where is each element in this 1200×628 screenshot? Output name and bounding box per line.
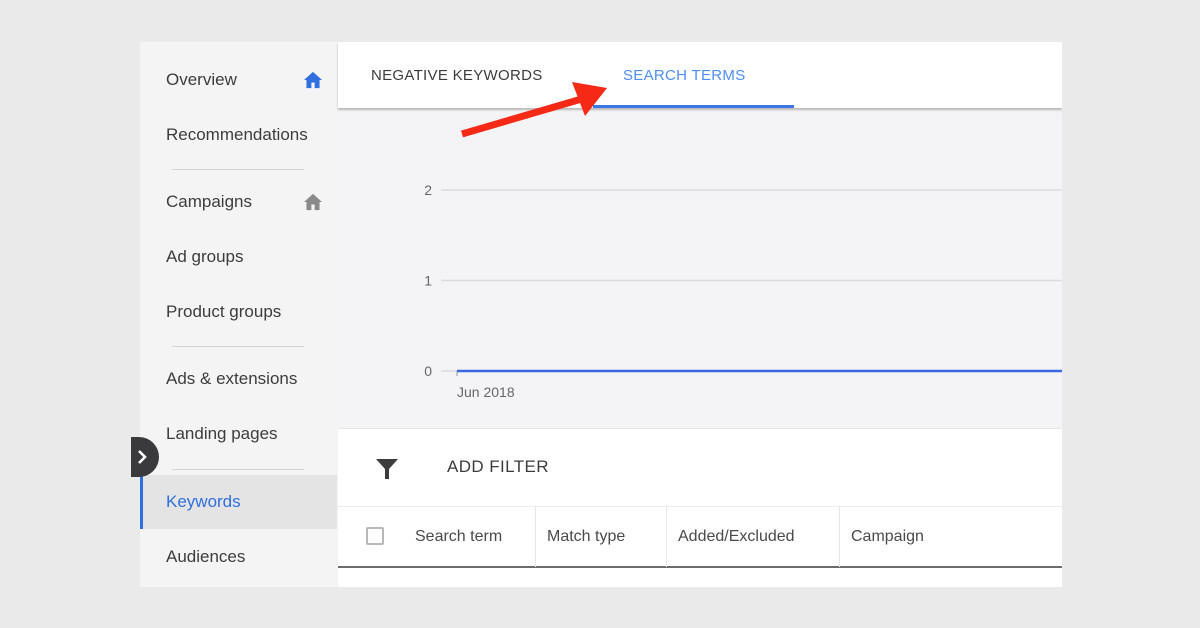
chart-svg: 0 1 2 Jun 2018: [424, 182, 1062, 400]
sidebar-item-label: Ads & extensions: [166, 369, 298, 388]
add-filter-button[interactable]: ADD FILTER: [447, 457, 549, 477]
column-label: Campaign: [851, 528, 924, 545]
sidebar-item-ad-groups[interactable]: Ad groups: [140, 230, 337, 284]
sidebar-item-campaigns[interactable]: Campaigns: [140, 175, 337, 229]
table-header: Search term Match type Added/Excluded Ca…: [338, 506, 1062, 568]
sidebar-item-label: Overview: [166, 70, 237, 89]
filter-bar: ADD FILTER: [338, 428, 1062, 506]
column-label: Match type: [547, 528, 626, 545]
column-divider: [535, 507, 536, 567]
y-tick-label: 2: [424, 182, 432, 198]
sidebar-item-label: Ad groups: [166, 247, 244, 266]
sidebar-divider: [172, 346, 304, 347]
sidebar-item-label: Landing pages: [166, 424, 278, 443]
tab-label: NEGATIVE KEYWORDS: [371, 66, 543, 84]
column-divider: [839, 507, 840, 567]
sidebar-divider: [172, 469, 304, 470]
sidebar-item-label: Campaigns: [166, 192, 252, 211]
sidebar-item-ads-extensions[interactable]: Ads & extensions: [140, 352, 337, 406]
tab-label: SEARCH TERMS: [623, 66, 746, 84]
sidebar-item-keywords[interactable]: Keywords: [140, 475, 337, 529]
y-tick-label: 1: [424, 273, 432, 289]
app-frame: Overview Recommendations Campaigns Ad gr…: [140, 42, 1062, 587]
main-content: NEGATIVE KEYWORDS SEARCH TERMS 0 1 2 Jun 20…: [338, 42, 1062, 587]
column-header-search-term[interactable]: Search term: [415, 507, 502, 567]
tab-search-terms[interactable]: SEARCH TERMS: [593, 42, 793, 108]
tab-negative-keywords[interactable]: NEGATIVE KEYWORDS: [371, 42, 543, 108]
table-body: [338, 568, 1062, 587]
home-icon: [304, 71, 322, 89]
sidebar-item-overview[interactable]: Overview: [140, 53, 337, 107]
sidebar-item-recommendations[interactable]: Recommendations: [140, 108, 337, 162]
column-label: Added/Excluded: [678, 528, 795, 545]
home-icon: [304, 193, 322, 211]
sidebar-item-landing-pages[interactable]: Landing pages: [140, 407, 337, 461]
filter-icon[interactable]: [375, 457, 399, 481]
column-header-added-excluded[interactable]: Added/Excluded: [678, 507, 795, 567]
chevron-right-icon: [138, 450, 147, 464]
column-divider: [666, 507, 667, 567]
sidebar-item-label: Keywords: [166, 492, 241, 511]
chart: 0 1 2 Jun 2018: [338, 108, 1062, 428]
y-tick-label: 0: [424, 363, 432, 379]
sidebar-item-audiences[interactable]: Audiences: [140, 530, 337, 584]
sidebar: Overview Recommendations Campaigns Ad gr…: [140, 42, 337, 587]
sidebar-item-label: Recommendations: [166, 125, 308, 144]
column-label: Search term: [415, 528, 503, 545]
tab-bar: NEGATIVE KEYWORDS SEARCH TERMS: [338, 42, 1062, 108]
column-header-campaign[interactable]: Campaign: [851, 507, 924, 567]
x-tick-label: Jun 2018: [457, 384, 515, 400]
sidebar-item-product-groups[interactable]: Product groups: [140, 285, 337, 339]
sidebar-divider: [172, 169, 304, 170]
sidebar-item-label: Product groups: [166, 302, 282, 321]
sidebar-item-label: Audiences: [166, 547, 246, 566]
column-header-match-type[interactable]: Match type: [547, 507, 625, 567]
select-all-checkbox[interactable]: [366, 527, 384, 545]
